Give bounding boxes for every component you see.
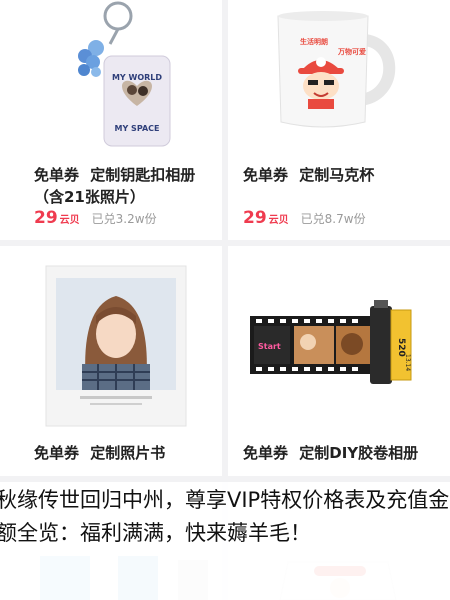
product-name: 定制DIY胶卷相册: [299, 444, 419, 462]
sold-count: 已兑8.7w份: [300, 212, 366, 226]
film-start-text: Start: [258, 342, 281, 351]
coupon-badge: 免单券: [243, 166, 289, 184]
album-label-top: MY WORLD: [112, 73, 162, 82]
product-grid: MY WORLD MY SPACE 免单券 定制钥匙扣相册（含21张照片） 29…: [0, 0, 450, 600]
caption-headline: 秋缘传世回归中州，尊享VIP特权价格表及充值金额全览：福利满满，快来薅羊毛！: [0, 488, 450, 545]
mug-text-left: 生活明朗: [300, 37, 328, 46]
mug-image: 生活明朗 万物可爱: [228, 0, 450, 150]
price-value: 29: [243, 208, 267, 228]
coupon-badge: 免单券: [34, 444, 80, 462]
price-unit: 云贝: [268, 215, 289, 226]
album-label-bottom: MY SPACE: [115, 124, 160, 133]
product-card-keychain-album[interactable]: MY WORLD MY SPACE 免单券 定制钥匙扣相册（含21张照片） 29…: [0, 0, 222, 240]
price-row: 29 云贝 已兑8.7w份: [243, 208, 366, 228]
product-card-photo-book[interactable]: 免单券 定制照片书: [0, 246, 222, 476]
price-unit: 云贝: [59, 215, 80, 226]
product-card-film-album[interactable]: Start 520 13.14 免单券 定制DIY胶卷相册: [228, 246, 450, 476]
price-value: 29: [34, 208, 58, 228]
mug-text-right: 万物可爱: [337, 47, 366, 56]
film-sub: 13.14: [404, 354, 411, 371]
coupon-badge: 免单券: [243, 444, 289, 462]
product-name: 定制照片书: [90, 444, 166, 462]
coupon-badge: 免单券: [34, 166, 80, 184]
price-row: 29 云贝 已兑3.2w份: [34, 208, 157, 228]
sold-count: 已兑3.2w份: [91, 212, 157, 226]
product-name: 定制马克杯: [299, 166, 375, 184]
photo-book-image: [0, 246, 222, 431]
keychain-album-image: MY WORLD MY SPACE: [0, 0, 222, 150]
product-card-mug[interactable]: 生活明朗 万物可爱 免单券 定制马克杯 29 云贝 已兑8.7w份: [228, 0, 450, 240]
film-album-image: Start 520 13.14: [228, 246, 450, 431]
